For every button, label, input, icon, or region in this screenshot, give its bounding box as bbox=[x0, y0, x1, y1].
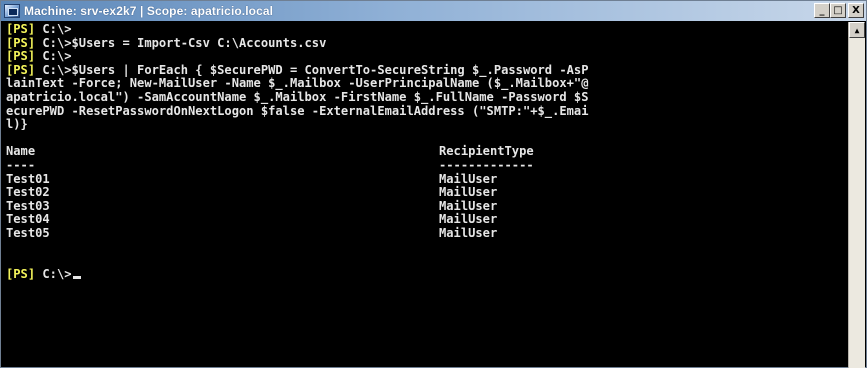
console-line: lainText -Force; New-MailUser -Name $_.M… bbox=[6, 77, 848, 91]
window-controls: _ □ X bbox=[814, 3, 864, 18]
cell-name: Test01 bbox=[6, 171, 50, 186]
console-text: C:\>$Users | ForEach { $SecurePWD = Conv… bbox=[35, 62, 589, 77]
console-line: [PS] C:\>$Users | ForEach { $SecurePWD =… bbox=[6, 62, 848, 78]
prompt-tag: [PS] bbox=[6, 35, 36, 50]
console-line: [PS] C:\>$Users = Import-Csv C:\Accounts… bbox=[6, 35, 848, 51]
cell-name: Test02 bbox=[6, 185, 50, 200]
window-title: Machine: srv-ex2k7 | Scope: apatricio.lo… bbox=[24, 4, 274, 18]
cell-recipient-type: MailUser bbox=[439, 212, 498, 227]
cell-recipient-type: MailUser bbox=[439, 198, 498, 213]
active-prompt-line[interactable]: [PS] C:\> bbox=[6, 266, 848, 282]
prompt-tag: [PS] bbox=[6, 266, 36, 281]
column-header-name: Name bbox=[6, 144, 36, 159]
cell-name: Test04 bbox=[6, 212, 50, 227]
table-row: Test01 MailUser bbox=[6, 171, 848, 187]
cell-recipient-type: MailUser bbox=[439, 225, 498, 240]
console-line: [PS] C:\> bbox=[6, 49, 848, 64]
console-text: ecurePWD -ResetPasswordOnNextLogon $fals… bbox=[6, 103, 589, 118]
console-line: l)} bbox=[6, 117, 848, 132]
title-bar[interactable]: Machine: srv-ex2k7 | Scope: apatricio.lo… bbox=[1, 1, 866, 21]
cell-recipient-type: MailUser bbox=[439, 171, 498, 186]
minimize-button[interactable]: _ bbox=[814, 3, 830, 18]
console-text: lainText -Force; New-MailUser -Name $_.M… bbox=[6, 76, 589, 91]
cell-name: Test03 bbox=[6, 198, 50, 213]
console-output[interactable]: [PS] C:\> [PS] C:\>$Users = Import-Csv C… bbox=[3, 22, 848, 367]
scroll-up-button[interactable]: ▲ bbox=[849, 22, 865, 38]
table-row: Test04 MailUser bbox=[6, 213, 848, 227]
console-text: C:\> bbox=[35, 266, 72, 281]
text-cursor bbox=[72, 275, 81, 279]
table-header-row: Name RecipientType bbox=[6, 145, 848, 159]
console-text: apatricio.local") -SamAccountName $_.Mai… bbox=[6, 89, 589, 104]
column-header-recipient-type: RecipientType bbox=[439, 144, 534, 159]
console-text: C:\>$Users = Import-Csv C:\Accounts.csv bbox=[35, 35, 327, 50]
powershell-console-icon bbox=[4, 4, 20, 18]
table-underline-row: ---- ------------- bbox=[6, 157, 848, 173]
cell-recipient-type: MailUser bbox=[439, 185, 498, 200]
console-line: [PS] C:\> bbox=[6, 22, 848, 37]
prompt-tag: [PS] bbox=[6, 62, 36, 77]
powershell-window: Machine: srv-ex2k7 | Scope: apatricio.lo… bbox=[0, 0, 867, 368]
cell-name: Test05 bbox=[6, 225, 50, 240]
maximize-button[interactable]: □ bbox=[830, 3, 846, 18]
column-underline-name: ---- bbox=[6, 157, 36, 172]
column-underline-recipient-type: ------------- bbox=[439, 157, 534, 172]
console-text: l)} bbox=[6, 117, 28, 132]
table-row: Test03 MailUser bbox=[6, 198, 848, 214]
prompt-tag: [PS] bbox=[6, 49, 36, 64]
close-button[interactable]: X bbox=[848, 3, 864, 18]
prompt-tag: [PS] bbox=[6, 22, 36, 36]
table-row: Test02 MailUser bbox=[6, 186, 848, 200]
table-row: Test05 MailUser bbox=[6, 225, 848, 241]
console-line: apatricio.local") -SamAccountName $_.Mai… bbox=[6, 89, 848, 105]
vertical-scrollbar[interactable]: ▲ bbox=[848, 22, 865, 368]
console-text: C:\> bbox=[35, 49, 72, 64]
console-text: C:\> bbox=[35, 22, 72, 36]
console-line: ecurePWD -ResetPasswordOnNextLogon $fals… bbox=[6, 103, 848, 119]
